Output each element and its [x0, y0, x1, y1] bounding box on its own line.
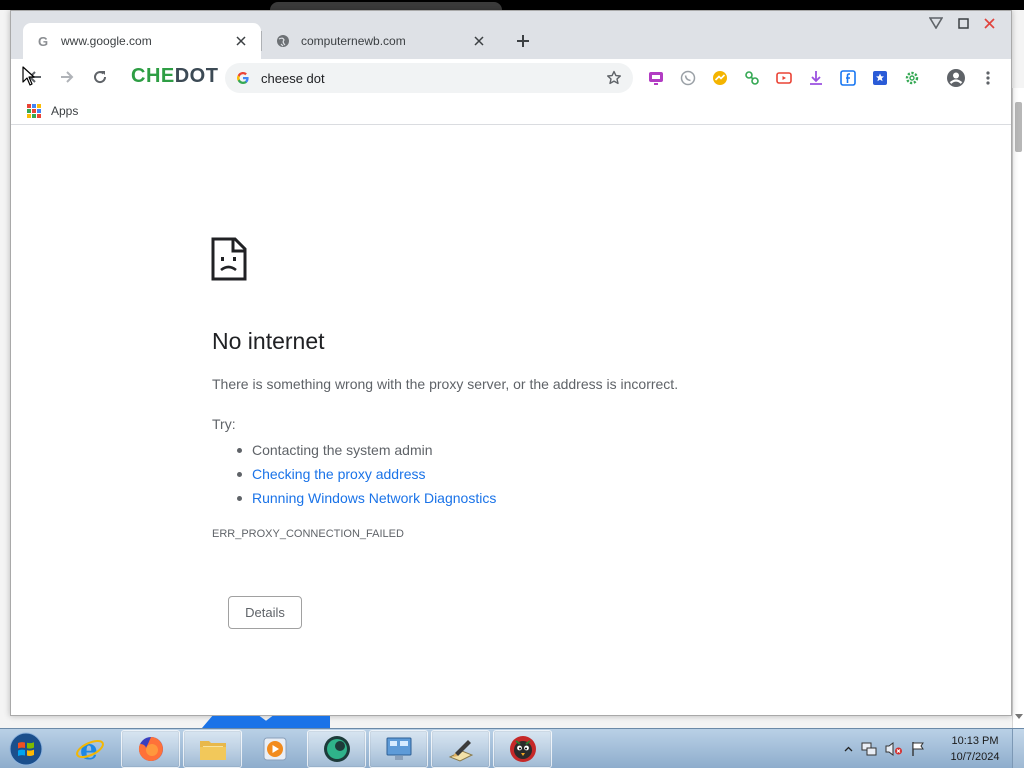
- google-g-icon: G: [35, 33, 51, 49]
- brand-part-1: CHE: [131, 65, 175, 87]
- show-desktop-button[interactable]: [1012, 729, 1024, 768]
- tab-search-button[interactable]: [923, 13, 949, 33]
- forward-arrow-icon: [61, 71, 74, 83]
- globe-icon: [275, 33, 291, 49]
- menu-dots-icon[interactable]: [977, 67, 999, 89]
- google-icon: [235, 70, 251, 86]
- error-message: There is something wrong with the proxy …: [212, 376, 679, 392]
- tab-close-icon[interactable]: [471, 33, 487, 49]
- clock[interactable]: 10:13 PM 10/7/2024: [940, 733, 1010, 765]
- media-player-button[interactable]: [245, 730, 304, 768]
- desktop-top-strip: [0, 0, 1024, 10]
- address-text[interactable]: cheese dot: [261, 71, 605, 86]
- reload-icon: [94, 71, 107, 84]
- scroll-down-icon[interactable]: [1015, 714, 1023, 719]
- action-center-flag-icon[interactable]: [911, 741, 925, 757]
- tab-computernewb[interactable]: computernewb.com: [263, 23, 499, 59]
- suggestion-contact-admin: Contacting the system admin: [236, 438, 496, 462]
- red-bird-icon: [509, 736, 536, 762]
- chevron-down-icon: [929, 17, 943, 29]
- firefox-button[interactable]: [121, 730, 180, 768]
- tab-title: computernewb.com: [301, 34, 406, 48]
- writing-app-button[interactable]: [431, 730, 490, 768]
- sad-page-icon: [211, 237, 247, 286]
- suggestion-check-proxy-link[interactable]: Checking the proxy address: [236, 462, 496, 486]
- vk-icon[interactable]: [869, 67, 891, 89]
- apps-label: Apps: [51, 104, 79, 118]
- show-hidden-icons-icon[interactable]: [844, 746, 853, 752]
- browser-app-button[interactable]: [307, 730, 366, 768]
- toolbar: CHEDOT cheese dot: [11, 59, 1011, 97]
- volume-muted-icon[interactable]: [885, 741, 903, 757]
- link-icon[interactable]: [741, 67, 763, 89]
- clock-time: 10:13 PM: [951, 735, 999, 747]
- new-tab-button[interactable]: [511, 29, 535, 53]
- download-icon[interactable]: [805, 67, 827, 89]
- forward-button[interactable]: [53, 63, 81, 91]
- settings-gear-icon[interactable]: [901, 67, 923, 89]
- file-explorer-button[interactable]: [183, 730, 242, 768]
- restore-icon: [957, 17, 969, 29]
- suggestion-list: Contacting the system admin Checking the…: [236, 438, 496, 510]
- try-label: Try:: [212, 416, 236, 432]
- tab-close-icon[interactable]: [233, 33, 249, 49]
- address-bar[interactable]: cheese dot: [225, 63, 633, 93]
- tab-separator: [261, 31, 262, 51]
- details-button[interactable]: Details: [228, 596, 302, 629]
- pen-paper-icon: [448, 740, 473, 762]
- internet-explorer-button[interactable]: e: [60, 730, 119, 768]
- restore-button[interactable]: [950, 13, 976, 33]
- whatsapp-icon[interactable]: [677, 67, 699, 89]
- clock-date: 10/7/2024: [950, 751, 1000, 763]
- close-icon: [983, 17, 995, 29]
- svg-text:G: G: [38, 34, 48, 48]
- firefox-icon: [138, 737, 163, 761]
- brand-part-2: DOT: [174, 65, 219, 87]
- start-button[interactable]: [6, 731, 46, 767]
- video-icon[interactable]: [773, 67, 795, 89]
- apps-grid-icon: [27, 104, 41, 118]
- background-scrollbar[interactable]: [1012, 88, 1024, 728]
- network-icon[interactable]: [861, 741, 877, 757]
- svg-text:e: e: [80, 734, 98, 764]
- internet-explorer-icon: e: [75, 734, 104, 764]
- chedot-app-icon: [323, 736, 350, 762]
- windows-logo-icon: [9, 732, 43, 766]
- screen-icon[interactable]: [645, 67, 667, 89]
- profile-avatar-icon[interactable]: [945, 67, 967, 89]
- close-window-button[interactable]: [976, 13, 1002, 33]
- mouse-cursor-icon: [22, 66, 36, 91]
- apps-shortcut[interactable]: Apps: [27, 101, 78, 121]
- reload-button[interactable]: [86, 63, 114, 91]
- bookmarks-bar: Apps: [11, 97, 1011, 125]
- bookmark-star-icon[interactable]: [605, 69, 623, 87]
- tab-title: www.google.com: [61, 34, 152, 48]
- messenger-icon[interactable]: [709, 67, 731, 89]
- error-code: ERR_PROXY_CONNECTION_FAILED: [212, 528, 404, 540]
- bird-app-button[interactable]: [493, 730, 552, 768]
- control-panel-icon: [386, 737, 411, 760]
- tab-strip: G www.google.com computernewb.com: [11, 11, 1011, 59]
- media-player-icon: [263, 737, 286, 761]
- suggestion-network-diagnostics-link[interactable]: Running Windows Network Diagnostics: [236, 486, 496, 510]
- control-panel-button[interactable]: [369, 730, 428, 768]
- tab-google[interactable]: G www.google.com: [23, 23, 261, 59]
- system-tray: [844, 737, 933, 761]
- error-title: No internet: [212, 328, 325, 354]
- facebook-icon[interactable]: [837, 67, 859, 89]
- scrollbar-thumb[interactable]: [1015, 102, 1022, 152]
- error-page: No internet There is something wrong wit…: [11, 126, 1011, 715]
- taskbar: e 10:13 PM 10/7/2024: [0, 728, 1024, 768]
- plus-icon: [517, 35, 529, 47]
- chedot-logo[interactable]: CHEDOT: [131, 65, 218, 88]
- browser-window: G www.google.com computernewb.com CHEDOT…: [10, 10, 1012, 716]
- folder-icon: [199, 741, 226, 760]
